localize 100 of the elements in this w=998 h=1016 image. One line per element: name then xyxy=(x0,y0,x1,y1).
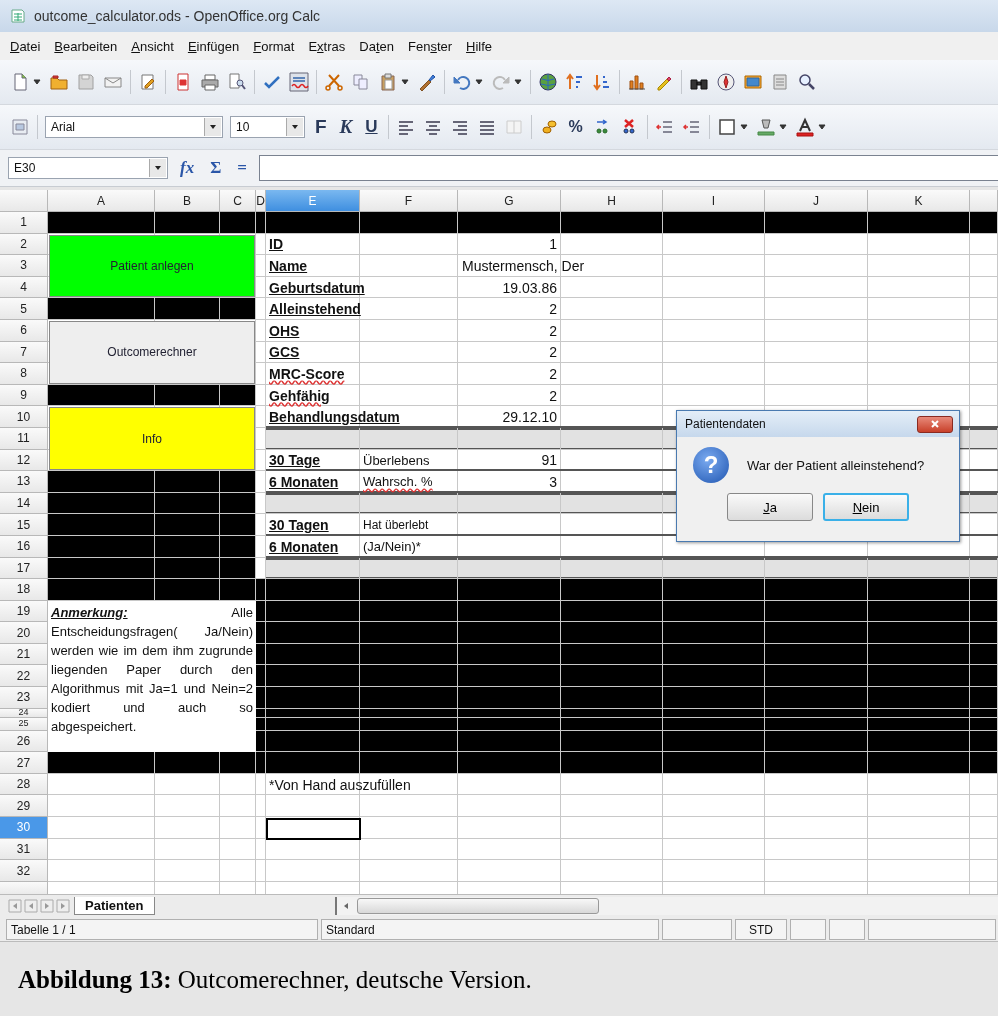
note-text: Anmerkung: Alle Entscheidungsfragen( Ja/Nein) werden wie im dem ihm zugrunde liegenden Paper durch den Algorithmus mit Ja=1 und Nein=2 kodiert und auch so abgespeichert. xyxy=(48,600,256,753)
menu-item[interactable]: Extras xyxy=(308,38,346,54)
row-header[interactable]: 18 xyxy=(0,579,48,601)
clipboard-icon[interactable] xyxy=(378,72,398,92)
printer-icon[interactable] xyxy=(200,72,220,92)
column-header[interactable]: G xyxy=(458,190,561,212)
column-header[interactable]: B xyxy=(155,190,220,212)
search-icon[interactable] xyxy=(797,72,817,92)
row-header[interactable]: 13 xyxy=(0,471,48,493)
menu-item[interactable]: Fenster xyxy=(407,38,453,54)
row-header[interactable]: 29 xyxy=(0,795,48,818)
row-header[interactable]: 4 xyxy=(0,276,48,299)
row-header[interactable]: 1 xyxy=(0,212,48,234)
brush-icon[interactable] xyxy=(417,72,437,92)
row-header[interactable]: 16 xyxy=(0,535,48,558)
result-value: 3 xyxy=(548,473,558,490)
row-header[interactable]: 15 xyxy=(0,514,48,536)
font-size-field[interactable]: 10 xyxy=(230,116,305,138)
formula-input-field[interactable] xyxy=(259,155,998,181)
row-header[interactable]: 32 xyxy=(0,860,48,882)
close-button[interactable] xyxy=(917,415,953,433)
sort-descending-icon[interactable] xyxy=(592,72,612,92)
menu-item[interactable]: Hilfe xyxy=(466,38,493,54)
border-square-icon[interactable] xyxy=(716,117,737,137)
percent-button[interactable]: % xyxy=(565,118,586,136)
menu-item[interactable]: Datei xyxy=(10,38,41,54)
menu-item[interactable]: Einfügen xyxy=(187,38,240,54)
menu-item[interactable]: Format xyxy=(253,38,295,54)
column-header[interactable]: F xyxy=(360,190,458,212)
wavy-underline-icon[interactable] xyxy=(289,72,309,92)
row-header[interactable]: 11 xyxy=(0,427,48,450)
scissors-icon[interactable] xyxy=(324,72,344,92)
row-header[interactable]: 8 xyxy=(0,363,48,385)
row-header[interactable]: 9 xyxy=(0,384,48,407)
sheet-nav-icon[interactable] xyxy=(40,899,54,913)
field-value: 2 xyxy=(548,322,558,339)
menu-item[interactable]: Daten xyxy=(359,38,394,54)
sheet-nav-icon[interactable] xyxy=(24,899,38,913)
row-header[interactable]: 26 xyxy=(0,730,48,753)
font-name-field[interactable]: Arial xyxy=(45,116,223,138)
scrollbar-thumb[interactable] xyxy=(356,898,599,914)
question-icon: ? xyxy=(693,447,729,483)
column-header[interactable]: A xyxy=(48,190,155,212)
menu-item[interactable]: Ansicht xyxy=(131,38,174,54)
bar-chart-icon[interactable] xyxy=(627,72,647,92)
row-header[interactable]: 10 xyxy=(0,406,48,428)
row-header[interactable]: 6 xyxy=(0,319,48,342)
row-header[interactable]: 24 xyxy=(0,708,48,718)
sheet-nav-icon[interactable] xyxy=(8,899,22,913)
app-icon xyxy=(10,8,26,24)
result-label: 30 Tagen xyxy=(268,516,330,536)
row-header[interactable]: 19 xyxy=(0,600,48,623)
row-header[interactable]: 20 xyxy=(0,622,48,644)
row-header[interactable]: 28 xyxy=(0,773,48,796)
font-color-icon[interactable] xyxy=(794,117,815,137)
cell-name-field[interactable]: E30 xyxy=(8,157,168,179)
sheet-button[interactable]: Outcomerechner xyxy=(49,320,255,384)
compass-icon[interactable] xyxy=(716,72,736,92)
formula-button[interactable]: = xyxy=(233,158,251,178)
row-header[interactable]: 7 xyxy=(0,341,48,364)
row-header[interactable]: 12 xyxy=(0,449,48,472)
row-header[interactable]: 17 xyxy=(0,557,48,580)
highlighter-icon[interactable] xyxy=(755,117,776,137)
column-header[interactable]: I xyxy=(663,190,765,212)
merge-cells-icon[interactable] xyxy=(503,117,524,137)
text-style-button[interactable]: F xyxy=(312,116,330,138)
row-header[interactable]: 23 xyxy=(0,687,48,709)
sheet-nav-icon[interactable] xyxy=(56,899,70,913)
field-label: OHS xyxy=(268,321,301,341)
column-header[interactable]: K xyxy=(868,190,970,212)
field-label: Geburtsdatum xyxy=(268,278,366,298)
formula-button[interactable]: fx xyxy=(176,158,199,178)
field-value: 29.12.10 xyxy=(501,409,558,426)
field-value: 1 xyxy=(548,236,558,253)
sheet-button[interactable]: Patient anlegen xyxy=(49,234,255,298)
row-header[interactable]: 21 xyxy=(0,643,48,666)
row-header[interactable]: 2 xyxy=(0,233,48,256)
folder-icon[interactable] xyxy=(49,72,69,92)
column-header[interactable]: C xyxy=(220,190,256,212)
row-header[interactable]: 22 xyxy=(0,665,48,688)
row-header[interactable]: 3 xyxy=(0,255,48,277)
dialog-button[interactable]: Ja xyxy=(727,493,813,521)
page-magnifier-icon[interactable] xyxy=(227,72,247,92)
menu-item[interactable]: Bearbeiten xyxy=(54,38,118,54)
text-style-button[interactable]: U xyxy=(362,117,381,137)
row-header[interactable]: 14 xyxy=(0,492,48,515)
dialog-button[interactable]: Nein xyxy=(823,493,909,521)
picture-frame-icon[interactable] xyxy=(743,72,763,92)
row-header[interactable]: 31 xyxy=(0,838,48,861)
text-style-button[interactable]: K xyxy=(336,116,356,138)
horizontal-scrollbar[interactable] xyxy=(334,897,998,915)
sheet-button[interactable]: Info xyxy=(49,407,255,471)
column-header[interactable]: J xyxy=(765,190,868,212)
formula-button[interactable]: Σ xyxy=(206,158,226,178)
sheet-tab[interactable]: Patienten xyxy=(74,897,155,915)
column-header[interactable]: H xyxy=(561,190,663,212)
globe-icon[interactable] xyxy=(538,72,558,92)
row-header[interactable]: 5 xyxy=(0,298,48,320)
sort-ascending-icon[interactable] xyxy=(565,72,585,92)
row-header[interactable]: 27 xyxy=(0,752,48,774)
